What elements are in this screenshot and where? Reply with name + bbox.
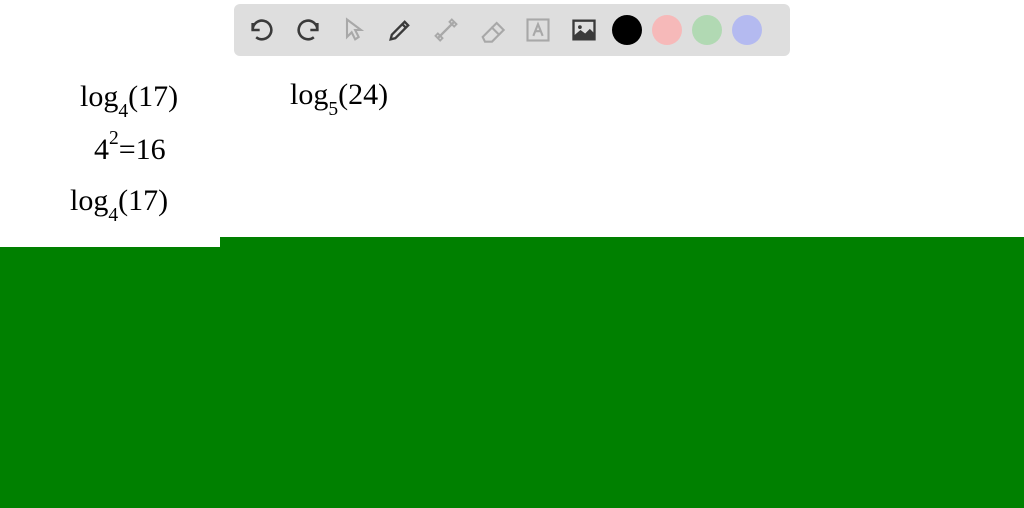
- redo-icon: [294, 16, 322, 44]
- pencil-button[interactable]: [382, 12, 418, 48]
- tools-button[interactable]: [428, 12, 464, 48]
- pointer-button[interactable]: [336, 12, 372, 48]
- color-green[interactable]: [692, 15, 722, 45]
- hw1-sub: 4: [118, 101, 128, 122]
- hw4-base: log: [70, 184, 108, 217]
- white-patch: [0, 237, 220, 247]
- handwritten-text-2: log5(24): [290, 78, 388, 117]
- pencil-icon: [386, 16, 414, 44]
- text-button[interactable]: [520, 12, 556, 48]
- handwritten-text-3: 42=16: [94, 132, 166, 167]
- color-black[interactable]: [612, 15, 642, 45]
- tools-icon: [432, 16, 460, 44]
- hw3-sup: 2: [109, 128, 119, 149]
- image-button[interactable]: [566, 12, 602, 48]
- green-overlay: [0, 237, 1024, 508]
- drawing-toolbar: [234, 4, 790, 56]
- undo-icon: [248, 16, 276, 44]
- pointer-icon: [340, 16, 368, 44]
- hw4-sub: 4: [108, 205, 118, 226]
- color-blue[interactable]: [732, 15, 762, 45]
- image-icon: [570, 16, 598, 44]
- handwritten-text-1: log4(17): [80, 80, 178, 119]
- hw3-base: 4: [94, 133, 109, 166]
- hw2-sub: 5: [328, 99, 338, 120]
- eraser-icon: [478, 16, 506, 44]
- text-icon: [524, 16, 552, 44]
- hw2-arg: (24): [338, 78, 388, 111]
- color-pink[interactable]: [652, 15, 682, 45]
- hw3-rest: =16: [119, 133, 166, 166]
- hw2-base: log: [290, 78, 328, 111]
- undo-button[interactable]: [244, 12, 280, 48]
- eraser-button[interactable]: [474, 12, 510, 48]
- hw4-arg: (17): [118, 184, 168, 217]
- handwritten-text-4: log4(17): [70, 184, 168, 223]
- hw1-base: log: [80, 80, 118, 113]
- hw1-arg: (17): [128, 80, 178, 113]
- redo-button[interactable]: [290, 12, 326, 48]
